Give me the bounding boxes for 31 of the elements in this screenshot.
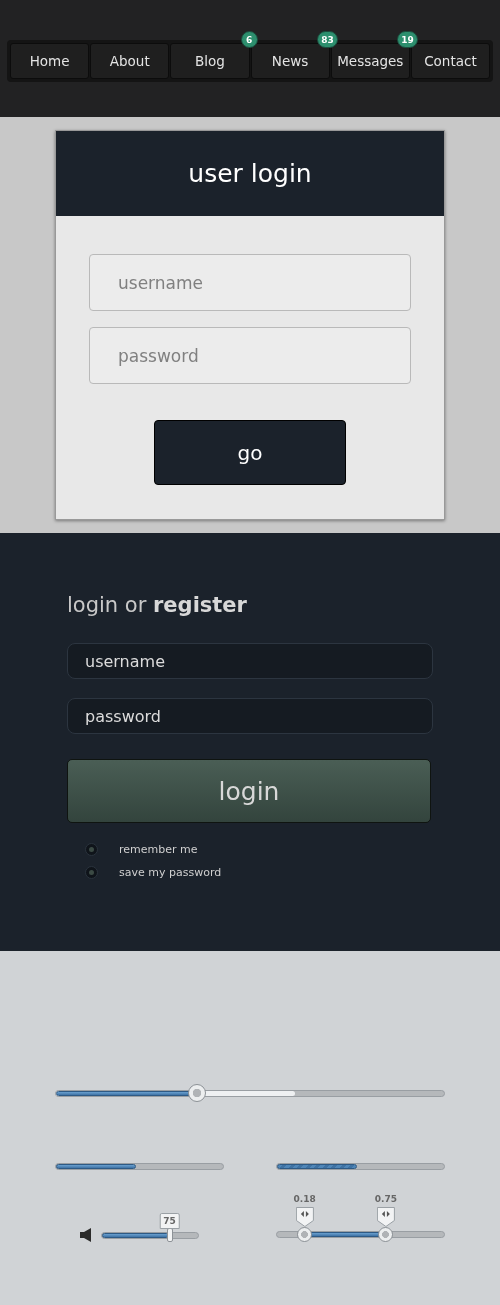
count-badge: 83: [317, 31, 338, 48]
card-title: user login: [188, 159, 312, 188]
slider-thumb[interactable]: [188, 1084, 207, 1102]
login-button[interactable]: login: [67, 759, 431, 823]
nav-item[interactable]: Home: [10, 43, 90, 79]
checkbox[interactable]: [85, 843, 98, 856]
option-label: save my password: [119, 866, 222, 879]
nav-item[interactable]: Blog: [170, 43, 250, 79]
range-slider[interactable]: 0.18 0.75: [276, 1184, 445, 1242]
input-field[interactable]: username: [89, 254, 411, 311]
nav-item[interactable]: Contact: [410, 43, 491, 79]
input-field[interactable]: username: [67, 643, 433, 679]
seek-slider[interactable]: [55, 1083, 445, 1103]
nav-item[interactable]: About: [90, 43, 170, 79]
arrows-icon: [376, 1207, 395, 1227]
arrows-icon: [295, 1207, 314, 1227]
go-button[interactable]: go: [154, 420, 346, 485]
value-tooltip: 75: [159, 1213, 180, 1229]
value-label: 0.18: [293, 1194, 316, 1204]
nav-item[interactable]: News: [250, 43, 330, 79]
option-label: remember me: [119, 843, 198, 856]
checkbox[interactable]: [85, 866, 98, 879]
login-heading: login or register: [67, 593, 248, 617]
slider-thumb[interactable]: [378, 1227, 394, 1242]
input-field[interactable]: password: [67, 698, 433, 734]
nav-item[interactable]: Messages: [330, 43, 410, 79]
speaker-icon: [80, 1228, 91, 1242]
count-badge: 19: [397, 31, 418, 48]
input-field[interactable]: password: [89, 327, 411, 384]
value-label: 0.75: [374, 1194, 397, 1204]
slider-thumb[interactable]: [297, 1227, 313, 1242]
